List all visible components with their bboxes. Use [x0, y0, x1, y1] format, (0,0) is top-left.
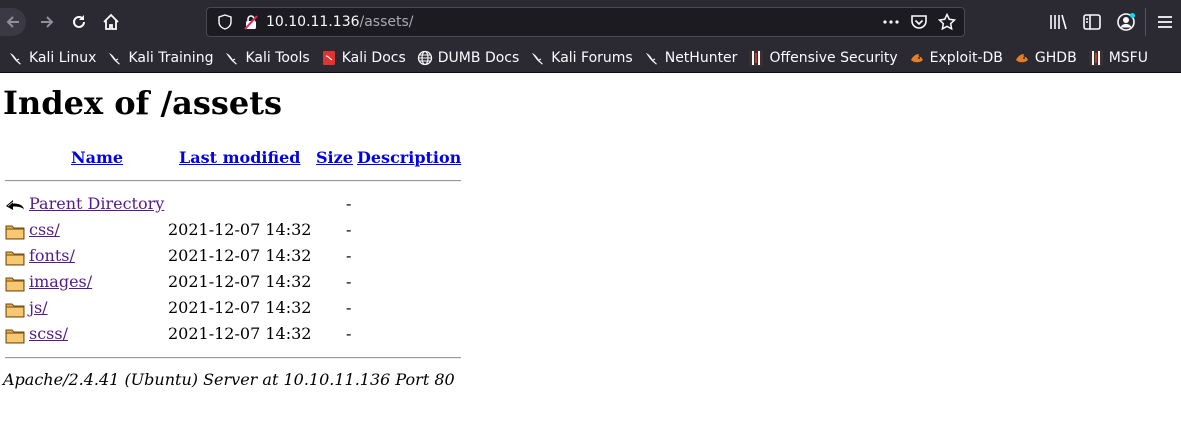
table-row: js/2021-12-07 14:32 -: [0, 297, 470, 321]
toolbar-separator: [1145, 8, 1146, 36]
size-cell: -: [346, 220, 352, 239]
bookmark-label: Kali Forums: [551, 50, 633, 66]
last-modified-cell: 2021-12-07 14:32: [168, 324, 312, 343]
header-divider: [5, 180, 461, 182]
table-row: fonts/2021-12-07 14:32 -: [0, 245, 470, 269]
reload-icon: [73, 15, 85, 28]
last-modified-cell: 2021-12-07 14:32: [168, 298, 312, 317]
column-header-description[interactable]: Description: [357, 148, 461, 168]
folder-icon: [5, 299, 25, 319]
server-signature: Apache/2.4.41 (Ubuntu) Server at 10.10.1…: [3, 370, 455, 389]
parent-directory-row: Parent Directory -: [0, 193, 470, 217]
size-cell: -: [346, 246, 352, 265]
url-path: /assets/: [359, 14, 414, 30]
arrow-left-icon: [6, 16, 19, 28]
last-modified-cell: 2021-12-07 14:32: [168, 246, 312, 265]
kali-docs-icon: [321, 50, 337, 66]
page-title: Index of /assets: [3, 84, 283, 122]
exploitdb-icon: [909, 50, 925, 66]
bookmark-msfu[interactable]: MSFU: [1084, 46, 1152, 70]
bookmark-offensive-security[interactable]: Offensive Security: [744, 46, 901, 70]
last-modified-cell: 2021-12-07 14:32: [168, 220, 312, 239]
globe-icon: [417, 50, 433, 66]
back-arrow-icon: [6, 200, 24, 210]
footer-divider: [5, 357, 461, 359]
directory-link[interactable]: scss/: [29, 324, 68, 344]
bookmark-nethunter[interactable]: NetHunter: [640, 46, 742, 70]
page-content: Index of /assets Name Last modified Size…: [0, 73, 1181, 435]
column-header-last-modified[interactable]: Last modified: [179, 148, 300, 168]
table-row: images/2021-12-07 14:32 -: [0, 271, 470, 295]
folder-icon: [5, 273, 25, 293]
size-cell: -: [346, 324, 352, 343]
bookmark-kali-training[interactable]: Kali Training: [103, 46, 217, 70]
bookmark-kali-forums[interactable]: Kali Forums: [526, 46, 636, 70]
insecure-lock-icon[interactable]: [243, 14, 259, 30]
folder-icon: [5, 325, 25, 345]
url-bar[interactable]: 10.10.11.136/assets/: [206, 7, 965, 37]
bookmark-star-icon[interactable]: [938, 13, 956, 31]
back-button[interactable]: [0, 8, 26, 36]
offsec-icon: [1088, 50, 1104, 66]
home-button[interactable]: [97, 8, 125, 36]
kali-dragon-icon: [107, 50, 123, 66]
bookmark-label: Offensive Security: [769, 50, 898, 66]
hamburger-icon: [1158, 16, 1172, 28]
bookmark-kali-docs[interactable]: Kali Docs: [317, 46, 410, 70]
url-host: 10.10.11.136: [266, 14, 360, 30]
bookmark-label: Exploit-DB: [929, 50, 1003, 66]
pocket-icon[interactable]: [910, 13, 928, 31]
column-header-size[interactable]: Size: [316, 148, 353, 168]
bookmark-exploit-db[interactable]: Exploit-DB: [905, 46, 1007, 70]
kali-dragon-icon: [644, 50, 660, 66]
home-icon: [103, 13, 119, 30]
bookmark-label: MSFU: [1108, 50, 1148, 66]
tracking-protection-icon[interactable]: [217, 14, 233, 30]
bookmark-label: GHDB: [1034, 50, 1077, 66]
bookmark-label: Kali Linux: [29, 50, 97, 66]
last-modified-cell: 2021-12-07 14:32: [168, 272, 312, 291]
column-header-name[interactable]: Name: [71, 148, 123, 168]
account-icon[interactable]: [1116, 12, 1136, 32]
url-text[interactable]: 10.10.11.136/assets/: [266, 14, 414, 30]
kali-dragon-icon: [224, 50, 240, 66]
library-icon[interactable]: [1048, 12, 1068, 32]
page-actions-icon[interactable]: [882, 13, 900, 31]
kali-dragon-icon: [530, 50, 546, 66]
parent-directory-link[interactable]: Parent Directory: [29, 194, 164, 214]
bookmark-ghdb[interactable]: GHDB: [1010, 46, 1081, 70]
reload-button[interactable]: [65, 8, 93, 36]
offsec-icon: [748, 50, 764, 66]
bookmark-dumb-docs[interactable]: DUMB Docs: [413, 46, 524, 70]
size-cell: -: [346, 272, 352, 291]
folder-icon: [5, 221, 25, 241]
parent-size: -: [346, 194, 352, 213]
directory-link[interactable]: fonts/: [29, 246, 75, 266]
kali-dragon-icon: [8, 50, 24, 66]
size-cell: -: [346, 298, 352, 317]
table-row: scss/2021-12-07 14:32 -: [0, 323, 470, 347]
arrow-right-icon: [41, 16, 54, 28]
bookmark-label: DUMB Docs: [437, 50, 520, 66]
folder-icon: [5, 247, 25, 267]
bookmark-label: Kali Training: [128, 50, 214, 66]
bookmark-label: Kali Tools: [245, 50, 310, 66]
table-row: css/2021-12-07 14:32 -: [0, 219, 470, 243]
exploitdb-icon: [1014, 50, 1030, 66]
forward-button[interactable]: [33, 8, 61, 36]
bookmark-label: Kali Docs: [341, 50, 406, 66]
menu-button[interactable]: [1155, 12, 1175, 32]
bookmark-kali-linux[interactable]: Kali Linux: [4, 46, 100, 70]
directory-link[interactable]: images/: [29, 272, 92, 292]
directory-link[interactable]: js/: [29, 298, 48, 318]
bookmarks-toolbar: Kali Linux Kali Training Kali Tools Kali Do…: [0, 44, 1181, 73]
directory-link[interactable]: css/: [29, 220, 60, 240]
bookmark-kali-tools[interactable]: Kali Tools: [220, 46, 313, 70]
bookmark-label: NetHunter: [664, 50, 738, 66]
browser-toolbar: 10.10.11.136/assets/: [0, 0, 1181, 44]
sidebar-icon[interactable]: [1082, 12, 1102, 32]
